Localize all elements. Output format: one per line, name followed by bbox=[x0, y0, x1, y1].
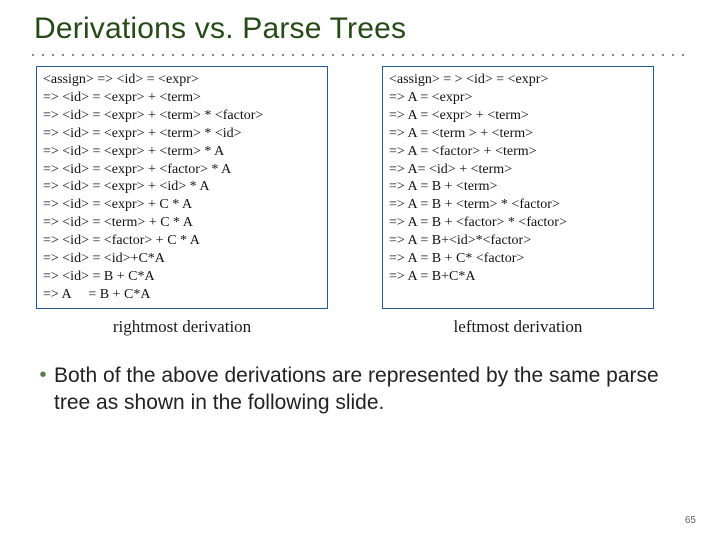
leftmost-derivation-line: => A = <term > + <term> bbox=[389, 125, 647, 143]
rightmost-derivation-box: <assign> => <id> = <expr>=> <id> = <expr… bbox=[36, 66, 328, 309]
rightmost-derivation-line: => <id> = <expr> + <term> * <id> bbox=[43, 125, 321, 143]
rightmost-derivation-line: => <id> = <expr> + <term> bbox=[43, 89, 321, 107]
leftmost-derivation-line: => A = B + <term> bbox=[389, 178, 647, 196]
title-divider bbox=[28, 52, 692, 58]
rightmost-derivation-line: <assign> => <id> = <expr> bbox=[43, 71, 321, 89]
rightmost-derivation-line: => <id> = <expr> + <term> * <factor> bbox=[43, 107, 321, 125]
bullet-text: Both of the above derivations are repres… bbox=[54, 363, 688, 417]
rightmost-derivation-line: => A = B + C*A bbox=[43, 286, 321, 304]
leftmost-derivation-line: => A = B + <term> * <factor> bbox=[389, 196, 647, 214]
leftmost-derivation-line: => A = B+<id>*<factor> bbox=[389, 232, 647, 250]
leftmost-derivation-line: => A = B+C*A bbox=[389, 268, 647, 286]
slide-title: Derivations vs. Parse Trees bbox=[34, 12, 692, 46]
rightmost-derivation-line: => <id> = <term> + C * A bbox=[43, 214, 321, 232]
leftmost-derivation-caption: leftmost derivation bbox=[382, 317, 654, 337]
rightmost-derivation-line: => <id> = <id>+C*A bbox=[43, 250, 321, 268]
leftmost-derivation-line: => A = B + <factor> * <factor> bbox=[389, 214, 647, 232]
leftmost-derivation-line: <assign> = > <id> = <expr> bbox=[389, 71, 647, 89]
page-number: 65 bbox=[685, 515, 696, 526]
rightmost-derivation-line: => <id> = <factor> + C * A bbox=[43, 232, 321, 250]
leftmost-derivation-box: <assign> = > <id> = <expr>=> A = <expr>=… bbox=[382, 66, 654, 309]
rightmost-derivation-line: => <id> = <expr> + <id> * A bbox=[43, 178, 321, 196]
rightmost-derivation-line: => <id> = <expr> + <term> * A bbox=[43, 143, 321, 161]
bullet-icon: • bbox=[32, 363, 54, 387]
rightmost-derivation-line: => <id> = <expr> + C * A bbox=[43, 196, 321, 214]
leftmost-derivation-line: => A = B + C* <factor> bbox=[389, 250, 647, 268]
rightmost-derivation-line: => <id> = <expr> + <factor> * A bbox=[43, 161, 321, 179]
leftmost-derivation-line: => A = <expr> + <term> bbox=[389, 107, 647, 125]
rightmost-derivation-line: => <id> = B + C*A bbox=[43, 268, 321, 286]
rightmost-derivation-caption: rightmost derivation bbox=[36, 317, 328, 337]
leftmost-derivation-line: => A = <expr> bbox=[389, 89, 647, 107]
leftmost-derivation-line: => A = <factor> + <term> bbox=[389, 143, 647, 161]
leftmost-derivation-line: => A= <id> + <term> bbox=[389, 161, 647, 179]
